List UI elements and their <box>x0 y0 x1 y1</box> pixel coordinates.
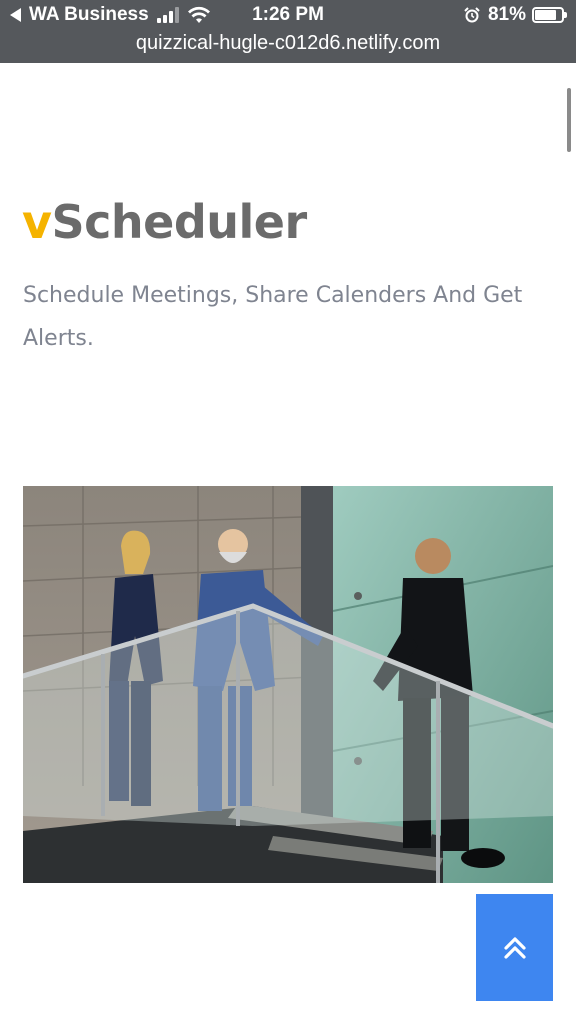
brand-title: vScheduler <box>22 192 307 252</box>
battery-percentage: 81% <box>487 4 526 25</box>
page-scrollbar[interactable] <box>567 88 571 152</box>
battery-icon <box>532 7 567 23</box>
brand-title-name: Scheduler <box>51 195 308 249</box>
browser-top-bar: WA Business 1:26 PM 81% quizzical-hugle-… <box>0 0 576 63</box>
status-bar: WA Business 1:26 PM 81% <box>0 0 576 30</box>
double-chevron-up-icon <box>503 936 526 959</box>
alarm-icon <box>464 7 480 23</box>
address-bar[interactable]: quizzical-hugle-c012d6.netlify.com <box>0 30 576 56</box>
back-to-top-button[interactable] <box>476 894 553 1001</box>
business-people-meeting-photo <box>23 486 553 883</box>
hero-tagline: Schedule Meetings, Share Calenders And G… <box>23 283 523 351</box>
brand-title-prefix: v <box>22 195 52 249</box>
status-right-group: 81% <box>464 4 567 26</box>
hero-image <box>23 486 553 883</box>
